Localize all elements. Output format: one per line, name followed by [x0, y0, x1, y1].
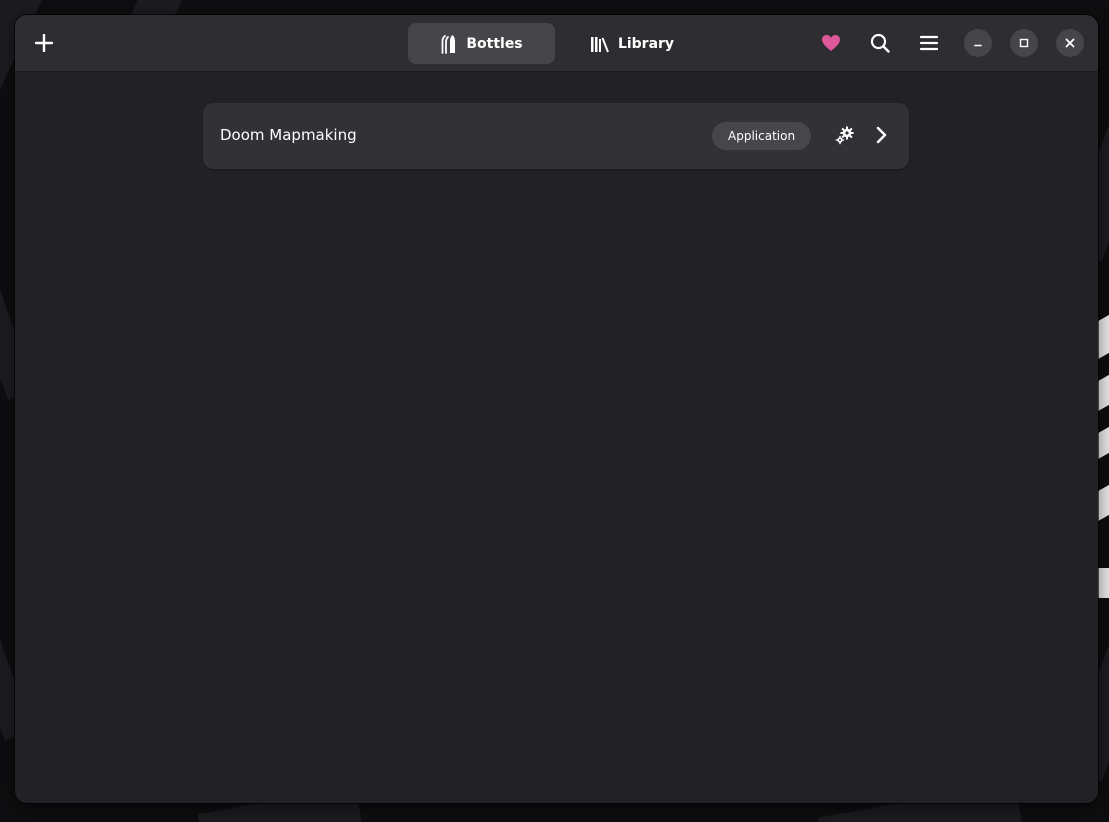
- header-bar: Bottles Library: [15, 15, 1098, 72]
- library-icon: [590, 36, 609, 52]
- new-bottle-button[interactable]: [27, 26, 61, 60]
- minimize-icon: [974, 44, 982, 47]
- close-icon: [1065, 38, 1075, 48]
- tab-library[interactable]: Library: [577, 23, 687, 64]
- bottles-list-view: Doom Mapmaking Application: [15, 72, 1098, 803]
- plus-icon: [35, 34, 53, 52]
- maximize-button[interactable]: [1010, 29, 1038, 57]
- tab-library-label: Library: [617, 35, 675, 52]
- environment-badge: Application: [712, 122, 812, 150]
- maximize-icon: [1019, 38, 1029, 48]
- app-window: Bottles Library Doom Mapmaking Applicati…: [15, 15, 1098, 803]
- tab-bottles[interactable]: Bottles: [408, 23, 555, 64]
- open-bottle-button[interactable]: [867, 120, 895, 150]
- main-menu-button[interactable]: [912, 26, 946, 60]
- search-icon: [870, 33, 890, 53]
- chevron-right-icon: [876, 126, 887, 144]
- tab-bottles-label: Bottles: [466, 35, 523, 52]
- run-executable-button[interactable]: [830, 120, 860, 150]
- donate-button[interactable]: [815, 26, 847, 60]
- hamburger-menu-icon: [919, 35, 939, 51]
- bottles-icon: [441, 34, 456, 54]
- close-button[interactable]: [1056, 29, 1084, 57]
- search-button[interactable]: [863, 26, 897, 60]
- gears-icon: [835, 126, 854, 145]
- bottle-name: Doom Mapmaking: [220, 126, 357, 144]
- bottle-row[interactable]: Doom Mapmaking Application: [203, 103, 909, 169]
- minimize-button[interactable]: [964, 29, 992, 57]
- heart-icon: [822, 35, 840, 51]
